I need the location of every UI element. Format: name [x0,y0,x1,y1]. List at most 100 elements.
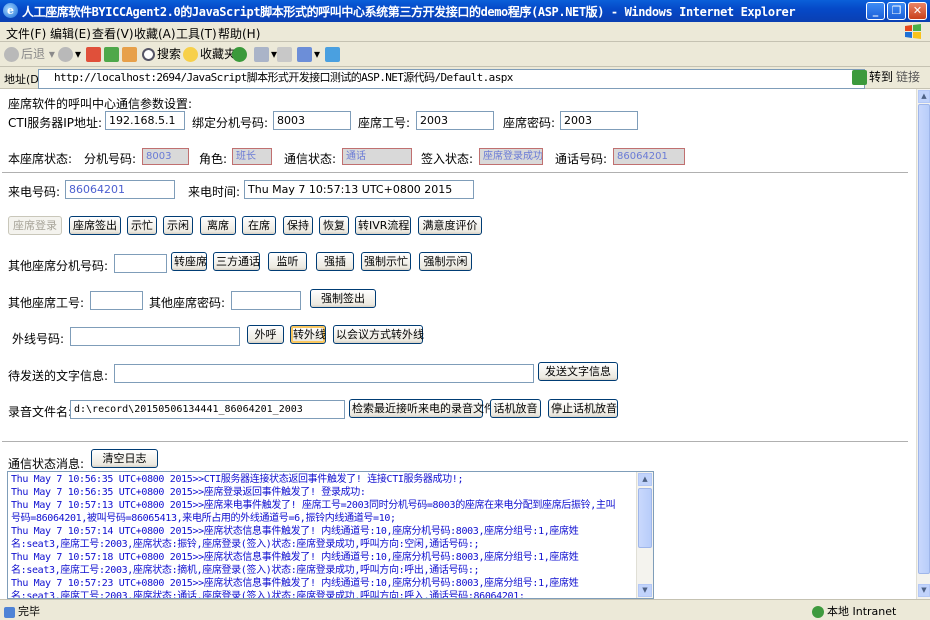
page-icon [4,606,15,618]
page-scroll-thumb[interactable] [918,104,930,574]
agent-id-label: 座席工号: [358,116,411,130]
busy-button[interactable]: 示忙 [127,216,157,235]
agent-login-button[interactable]: 座席登录 [8,216,62,235]
toolbar: 后退 ▾ ▾ 搜索 收藏夹 ▾ ▾ [0,42,930,67]
record-file-label: 录音文件名: [8,405,73,419]
forward-arrow-icon [58,47,73,62]
log-line: Thu May 7 10:57:14 UTC+0800 2015>>座席状态信息… [11,526,579,537]
go-button[interactable]: 转到 [852,69,893,86]
mail-button[interactable]: ▾ [254,46,277,63]
outline-label: 外线号码: [12,332,65,346]
transfer-agent-button[interactable]: 转座席 [171,252,207,271]
caller-input[interactable]: 86064201 [65,180,175,199]
barge-in-button[interactable]: 强插 [316,252,354,271]
history-button[interactable] [232,46,249,63]
force-logout-button[interactable]: 强制签出 [310,289,376,308]
role-readonly: 班长 [232,148,272,165]
scroll-up-icon[interactable]: ▲ [638,473,652,486]
stop-button[interactable] [86,46,103,63]
search-button[interactable]: 搜索 [142,46,181,63]
log-scrollbar[interactable]: ▲ ▼ [636,472,653,598]
ext-label: 分机号码: [84,152,137,166]
print-button[interactable] [277,46,294,63]
go-arrow-icon [852,70,867,85]
other-id-label: 其他座席工号: [8,296,85,310]
search-icon [142,48,155,61]
force-idle-button[interactable]: 强制示闲 [419,252,472,271]
resume-button[interactable]: 恢复 [319,216,349,235]
close-button[interactable]: ✕ [908,2,927,20]
on-seat-button[interactable]: 在席 [242,216,276,235]
conference-transfer-button[interactable]: 以会议方式转外线 [333,325,424,344]
menu-bar: 文件(F) 编辑(E) 查看(V) 收藏(A) 工具(T) 帮助(H) [0,22,930,42]
scroll-down-icon[interactable]: ▼ [918,584,930,597]
transfer-ivr-button[interactable]: 转IVR流程 [355,216,411,235]
cti-ip-input[interactable]: 192.168.5.1 [105,111,185,130]
menu-help[interactable]: 帮助(H) [218,25,260,42]
other-id-input[interactable] [90,291,143,310]
log-line: Thu May 7 10:57:23 UTC+0800 2015>>座席状态信息… [11,578,579,589]
text-msg-input[interactable] [114,364,534,383]
stop-play-button[interactable]: 停止话机放音 [548,399,618,418]
idle-button[interactable]: 示闲 [163,216,193,235]
menu-view[interactable]: 查看(V) [92,25,134,42]
forward-button[interactable]: ▾ [58,46,81,63]
phone-play-button[interactable]: 话机放音 [490,399,541,418]
other-pwd-input[interactable] [231,291,301,310]
clear-log-button[interactable]: 清空日志 [91,449,158,468]
home-icon [122,47,137,62]
log-line: Thu May 7 10:56:35 UTC+0800 2015>>座席登录返回… [11,487,366,498]
three-way-button[interactable]: 三方通话 [213,252,260,271]
print-icon [277,47,292,62]
force-busy-button[interactable]: 强制示忙 [361,252,411,271]
other-ext-input[interactable] [114,254,167,273]
send-text-button[interactable]: 发送文字信息 [538,362,618,381]
scroll-down-icon[interactable]: ▼ [638,584,652,597]
record-file-input[interactable]: d:\record\20150506134441_86064201_2003 [70,400,345,419]
home-button[interactable] [122,46,139,63]
satisfaction-button[interactable]: 满意度评价 [418,216,482,235]
transfer-outline-button[interactable]: 转外线 [290,325,326,344]
menu-file[interactable]: 文件(F) [6,25,46,42]
page-scrollbar[interactable]: ▲ ▼ [916,89,930,599]
outcall-button[interactable]: 外呼 [247,325,284,344]
call-time-input[interactable]: Thu May 7 10:57:13 UTC+0800 2015 [244,180,474,199]
ie-logo-icon: e [3,3,18,18]
outline-input[interactable] [70,327,240,346]
back-arrow-icon [4,47,19,62]
back-button[interactable]: 后退 ▾ [4,46,55,63]
star-icon [183,47,198,62]
messenger-button[interactable] [325,46,342,63]
edit-button[interactable]: ▾ [297,46,320,63]
links-button[interactable]: 链接 [896,69,920,86]
log-line: 名:seat3,座席工号:2003,座席状态:通话,座席登录(签入)状态:座席登… [11,591,525,599]
title-bar[interactable]: e 人工座席软件BYICCAgent2.0的JavaScript脚本形式的呼叫中… [0,0,930,22]
log-textarea[interactable]: Thu May 7 10:56:35 UTC+0800 2015>>CTI服务器… [7,471,654,599]
ext-readonly: 8003 [142,148,189,165]
search-record-button[interactable]: 检索最近接听来电的录音文件 [349,399,495,418]
maximize-button[interactable]: ❐ [887,2,906,20]
agent-pwd-input[interactable]: 2003 [560,111,638,130]
menu-edit[interactable]: 编辑(E) [50,25,91,42]
log-line: Thu May 7 10:56:35 UTC+0800 2015>>CTI服务器… [11,474,464,485]
address-input[interactable]: http://localhost:2694/JavaScript脚本形式开发接口… [38,69,865,89]
log-line: 名:seat3,座席工号:2003,座席状态:振铃,座席登录(签入)状态:座席登… [11,539,480,550]
leave-seat-button[interactable]: 离席 [200,216,236,235]
page-content: 座席软件的呼叫中心通信参数设置: CTI服务器IP地址: 192.168.5.1… [0,89,916,599]
scroll-up-icon[interactable]: ▲ [918,90,930,103]
agent-id-input[interactable]: 2003 [416,111,494,130]
call-number-readonly: 86064201 [613,148,685,165]
hold-button[interactable]: 保持 [283,216,313,235]
status-bar: 完毕 本地 Intranet [0,599,930,620]
call-number-label: 通话号码: [555,152,608,166]
log-scroll-thumb[interactable] [638,488,652,548]
agent-logout-button[interactable]: 座席签出 [69,216,121,235]
refresh-button[interactable] [104,46,121,63]
menu-favorites[interactable]: 收藏(A) [134,25,176,42]
minimize-button[interactable]: _ [866,2,885,20]
monitor-button[interactable]: 监听 [268,252,307,271]
favorites-button[interactable]: 收藏夹 [183,46,236,63]
role-label: 角色: [199,152,228,166]
bind-ext-input[interactable]: 8003 [273,111,351,130]
menu-tools[interactable]: 工具(T) [176,25,217,42]
